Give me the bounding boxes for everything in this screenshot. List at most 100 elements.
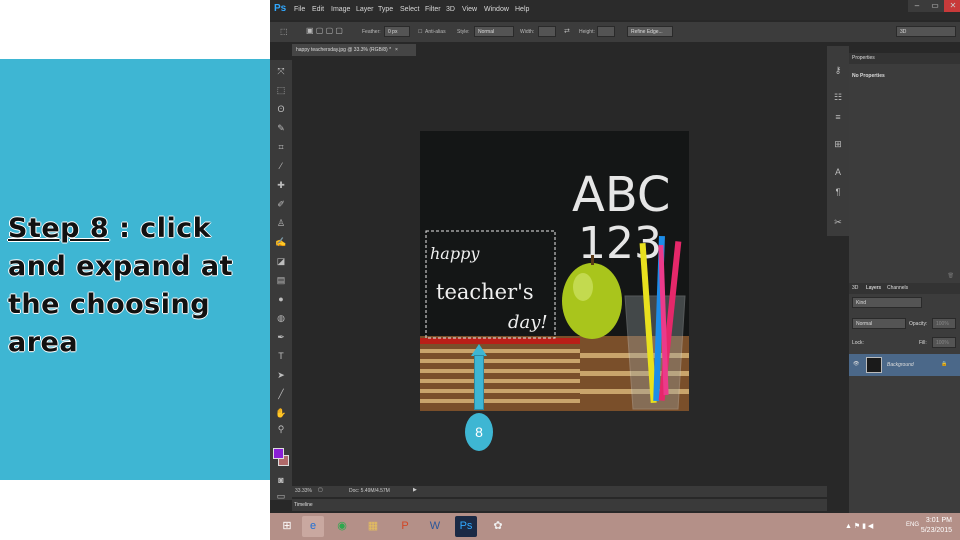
feather-input[interactable]: 0 px xyxy=(384,26,410,37)
tray-icons[interactable]: ▲ ⚑ ▮ ◀ xyxy=(845,522,873,530)
layer-kind-filter[interactable]: Kind xyxy=(852,297,922,308)
checkbox-icon[interactable]: ☐ xyxy=(418,29,422,35)
menu-file[interactable]: File xyxy=(294,6,305,13)
layer-row-background[interactable]: 👁 Background 🔒 xyxy=(849,354,960,376)
quick-mask-icon[interactable]: ◙ xyxy=(275,474,287,486)
menu-help[interactable]: Help xyxy=(515,6,529,13)
visibility-eye-icon[interactable]: 👁 xyxy=(853,361,859,367)
character-panel-icon[interactable]: A xyxy=(832,166,844,178)
blur-tool-icon[interactable]: ● xyxy=(275,293,287,305)
teachers-day-image: ABC 123 happy teacher's day! xyxy=(420,131,689,411)
timeline-tab[interactable]: Timeline xyxy=(294,502,313,508)
type-tool-icon[interactable]: T xyxy=(275,350,287,362)
zoom-level[interactable]: 33.33% xyxy=(295,488,312,494)
workspace-select[interactable]: 3D xyxy=(896,26,956,37)
properties-title[interactable]: Properties xyxy=(852,55,875,61)
menu-view[interactable]: View xyxy=(462,6,477,13)
dodge-tool-icon[interactable]: ◍ xyxy=(275,312,287,324)
paint-icon[interactable]: ✿ xyxy=(487,516,509,537)
restore-button[interactable]: ▭ xyxy=(926,0,944,12)
clock-time: 3:01 PM xyxy=(925,517,952,524)
menu-filter[interactable]: Filter xyxy=(425,6,441,13)
marquee-tool-icon[interactable]: ⬚ xyxy=(275,84,287,96)
menu-layer[interactable]: Layer xyxy=(356,6,374,13)
refine-edge-button[interactable]: Refine Edge... xyxy=(627,26,673,37)
pen-tool-icon[interactable]: ✒ xyxy=(275,331,287,343)
swap-icon[interactable]: ⇄ xyxy=(564,27,570,35)
screen-mode-icon[interactable]: ▭ xyxy=(275,490,287,502)
style-select[interactable]: Normal xyxy=(474,26,514,37)
antialias-label: Anti-alias xyxy=(425,29,446,35)
feather-label: Feather: xyxy=(362,29,381,35)
menu-window[interactable]: Window xyxy=(484,6,509,13)
menu-type[interactable]: Type xyxy=(378,6,393,13)
internet-explorer-icon[interactable]: e xyxy=(302,516,324,537)
fill-input[interactable]: 100% xyxy=(932,337,956,348)
tab-channels[interactable]: Channels xyxy=(887,285,908,291)
document-tab[interactable]: happy teachersday.jpg @ 33.3% (RGB/8) * × xyxy=(292,44,416,56)
paragraph-panel-icon[interactable]: ¶ xyxy=(832,186,844,198)
crop-tool-icon[interactable]: ⌗ xyxy=(275,141,287,153)
tab-layers[interactable]: Layers xyxy=(866,285,881,291)
system-clock[interactable]: 3:01 PM 5/23/2015 xyxy=(921,516,952,536)
close-tab-icon[interactable]: × xyxy=(395,47,398,53)
close-button[interactable]: ✕ xyxy=(944,0,960,12)
teachers-text: teacher's xyxy=(436,280,534,304)
eraser-tool-icon[interactable]: ◪ xyxy=(275,255,287,267)
status-icon[interactable]: ▢ xyxy=(318,487,323,493)
marquee-icon[interactable]: ⬚ xyxy=(280,27,288,36)
layer-thumbnail xyxy=(866,357,882,373)
document-image[interactable]: ABC 123 happy teacher's day! xyxy=(420,131,689,411)
zoom-tool-icon[interactable]: ⚲ xyxy=(275,423,287,435)
file-explorer-icon[interactable]: ▦ xyxy=(362,516,384,537)
chrome-icon[interactable]: ◉ xyxy=(331,516,353,537)
menu-bar: Ps File Edit Image Layer Type Select Fil… xyxy=(270,0,960,20)
panel-icon-strip: ⚷ ☷ ≡ ⊞ A ¶ ✂ xyxy=(827,46,849,236)
clone-stamp-tool-icon[interactable]: ♙ xyxy=(275,217,287,229)
line-tool-icon[interactable]: ╱ xyxy=(275,388,287,400)
photoshop-taskbar-icon[interactable]: Ps xyxy=(455,516,477,537)
path-selection-tool-icon[interactable]: ➤ xyxy=(275,369,287,381)
menu-3d[interactable]: 3D xyxy=(446,6,455,13)
menu-edit[interactable]: Edit xyxy=(312,6,324,13)
callout-step-badge: 8 xyxy=(465,413,493,451)
tab-3d[interactable]: 3D xyxy=(852,285,858,291)
start-button-icon[interactable]: ⊞ xyxy=(276,516,298,537)
foreground-color-swatch[interactable] xyxy=(273,448,284,459)
width-input[interactable] xyxy=(538,26,556,37)
history-brush-tool-icon[interactable]: ✍ xyxy=(275,236,287,248)
lock-label: Lock: xyxy=(852,340,864,346)
height-input[interactable] xyxy=(597,26,615,37)
tools-panel: ⤧ ⬚ ʘ ✎ ⌗ ⁄ ✚ ✐ ♙ ✍ ◪ ▤ ● ◍ ✒ T ➤ ╱ ✋ ⚲ … xyxy=(270,60,292,502)
language-indicator[interactable]: ENG xyxy=(906,522,919,528)
brush-tool-icon[interactable]: ✐ xyxy=(275,198,287,210)
layer-name[interactable]: Background xyxy=(887,362,914,368)
opacity-input[interactable]: 100% xyxy=(932,318,956,329)
blend-mode-select[interactable]: Normal xyxy=(852,318,906,329)
timeline-panel[interactable]: Timeline xyxy=(292,499,827,511)
lasso-tool-icon[interactable]: ʘ xyxy=(275,103,287,115)
move-tool-icon[interactable]: ⤧ xyxy=(275,65,287,77)
tool-presets-icon[interactable]: ✂ xyxy=(832,216,844,228)
fill-label: Fill: xyxy=(919,340,927,346)
hand-tool-icon[interactable]: ✋ xyxy=(275,407,287,419)
photoshop-logo: Ps xyxy=(274,3,287,14)
trash-icon[interactable]: 🗑 xyxy=(948,273,954,279)
word-icon[interactable]: W xyxy=(424,516,446,537)
callout-arrow-shaft xyxy=(474,355,484,410)
menu-image[interactable]: Image xyxy=(331,6,350,13)
properties-panel-icon[interactable]: ≡ xyxy=(832,111,844,123)
menu-select[interactable]: Select xyxy=(400,6,419,13)
status-menu-arrow-icon[interactable]: ▶ xyxy=(413,487,417,493)
minimize-button[interactable]: – xyxy=(908,0,926,12)
gradient-tool-icon[interactable]: ▤ xyxy=(275,274,287,286)
history-panel-icon[interactable]: ⚷ xyxy=(832,64,844,76)
quick-select-tool-icon[interactable]: ✎ xyxy=(275,122,287,134)
info-panel-icon[interactable]: ⊞ xyxy=(832,138,844,150)
powerpoint-icon[interactable]: P xyxy=(394,516,416,537)
windows-taskbar: ⊞ e ◉ ▦ P W Ps ✿ ▲ ⚑ ▮ ◀ ENG 3:01 PM 5/2… xyxy=(270,513,960,540)
healing-brush-tool-icon[interactable]: ✚ xyxy=(275,179,287,191)
adjustments-panel-icon[interactable]: ☷ xyxy=(832,91,844,103)
selection-mode-icons[interactable]: ▣ ▢ ▢ ▢ xyxy=(306,26,343,35)
eyedropper-tool-icon[interactable]: ⁄ xyxy=(275,160,287,172)
